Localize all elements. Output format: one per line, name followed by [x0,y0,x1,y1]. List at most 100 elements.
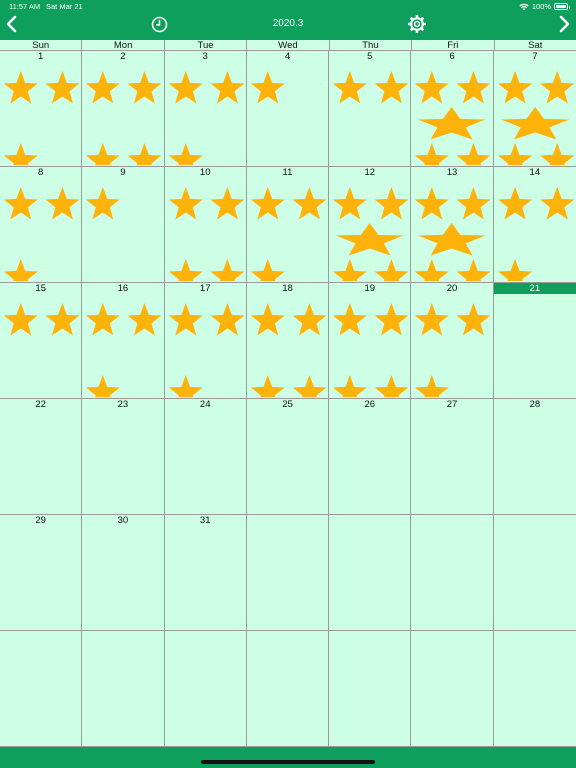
day-cell[interactable]: 19 [329,283,412,399]
day-cell[interactable]: 22 [0,399,83,515]
calendar-grid: 1 2 3 4 5 6 7 8 9 10 11 12 13 14 15 16 17 18 19 20 21 22 23 24 2… [0,51,576,747]
day-cell[interactable]: 29 [0,515,83,631]
empty-day-cell [164,631,247,747]
empty-day-cell [493,631,576,747]
day-cell[interactable]: 8 [0,167,83,283]
stars-group [332,71,409,104]
star-icon [250,187,285,220]
day-cell[interactable]: 15 [0,283,83,399]
nav-header: 11:57 AM Sat Mar 21 100% 2020.3 [0,0,576,40]
stars-group [168,187,244,281]
star-icon [332,375,367,397]
day-number [329,515,410,526]
weekday-label: Mon [82,40,165,51]
day-cell[interactable]: 30 [82,515,165,631]
day-cell[interactable]: 31 [164,515,247,631]
stars-group [3,71,80,165]
day-number: 23 [117,399,129,410]
day-cell[interactable]: 20 [411,283,494,399]
stars-group [415,187,491,281]
day-cell[interactable]: 14 [493,167,576,283]
empty-day-cell [246,515,330,631]
day-cell[interactable]: 24 [164,399,247,515]
large-star-icon [418,223,487,256]
day-cell[interactable]: 5 [329,51,412,167]
empty-day-cell [0,631,83,747]
star-icon [456,71,491,104]
day-cell[interactable]: 13 [411,167,494,283]
day-cell[interactable]: 11 [246,167,330,283]
day-cell[interactable]: 6 [411,51,494,167]
star-icon [3,143,38,165]
day-cell[interactable]: 7 [493,51,576,167]
weekday-label: Sat [528,40,543,51]
star-icon [168,259,203,281]
day-cell[interactable]: 23 [82,399,165,515]
star-icon [3,259,38,281]
star-icon [415,71,450,104]
weekday-label: Thu [330,40,413,51]
star-icon [250,71,285,104]
stars-group [86,303,162,397]
stars-group [3,303,80,336]
star-icon [250,303,285,336]
star-icon [497,259,532,281]
star-icon [456,259,491,281]
month-title: 2020.3 [272,18,304,29]
empty-day-cell [329,515,412,631]
star-icon [127,303,162,336]
star-icon [250,259,285,281]
empty-day-cell [329,631,412,747]
empty-day-cell [493,515,576,631]
star-icon [332,71,367,104]
day-number [247,631,328,642]
next-month-button[interactable] [554,12,574,36]
day-number: 31 [199,515,211,526]
star-icon [168,375,203,397]
star-icon [127,71,162,104]
gear-icon [408,15,426,33]
day-cell[interactable]: 26 [329,399,412,515]
calendar: Sun Mon Tue Wed Thu Fri Sat 1 2 3 4 5 6 7 8 9 10 11 12 13 1… [0,40,576,747]
empty-day-cell [82,631,165,747]
star-icon [415,375,450,397]
star-icon [497,143,532,165]
home-indicator[interactable] [201,760,375,764]
day-cell[interactable]: 17 [164,283,247,399]
day-number: 26 [364,399,376,410]
day-cell[interactable]: 21 [493,283,576,399]
day-cell[interactable]: 28 [493,399,576,515]
day-number [247,515,328,526]
star-icon [45,71,80,104]
day-cell[interactable]: 16 [82,283,165,399]
stars-group [168,71,244,165]
stars-group [415,71,491,165]
stars-group [415,303,491,397]
day-cell[interactable]: 9 [82,167,165,283]
settings-button[interactable] [407,14,427,34]
day-cell[interactable]: 4 [246,51,330,167]
today-number: 21 [493,283,576,294]
day-number [0,631,81,642]
star-icon [292,187,327,220]
day-number [165,631,246,642]
day-cell[interactable]: 1 [0,51,83,167]
day-cell[interactable]: 3 [164,51,247,167]
day-number: 22 [35,399,46,410]
day-number [411,515,492,526]
day-cell[interactable]: 10 [164,167,247,283]
day-cell[interactable]: 18 [246,283,330,399]
star-icon [332,303,367,336]
day-cell[interactable]: 2 [82,51,165,167]
empty-day-cell [411,515,494,631]
empty-day-cell [246,631,330,747]
weekday-label: Sun [0,40,83,51]
day-cell[interactable]: 12 [329,167,412,283]
day-cell[interactable]: 27 [411,399,494,515]
day-cell[interactable]: 25 [246,399,330,515]
star-icon [292,375,327,397]
wifi-icon [519,3,529,10]
star-icon [168,303,203,336]
star-icon [332,259,367,281]
stars-group [168,303,244,397]
